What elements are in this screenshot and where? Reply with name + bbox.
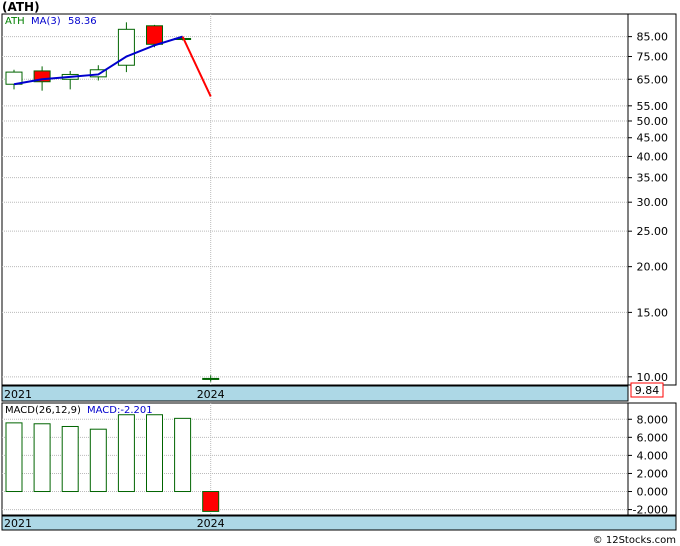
price-date-label: 2024 (197, 388, 225, 401)
price-tick-label: 55.00 (637, 100, 669, 113)
macd-tick-label: 8.000 (637, 413, 669, 426)
legend-ma-value: 58.36 (68, 16, 97, 27)
macd-date-label: 2021 (4, 517, 32, 530)
macd-legend-label: MACD(26,12,9) (5, 405, 81, 416)
footer-credit: © 12Stocks.com (593, 535, 676, 546)
stock-chart: 85.00 75.00 65.00 55.00 50.00 45.00 40.00 35.00… (1, 13, 677, 546)
legend-symbol: ATH (5, 16, 25, 27)
macd-tick-label: 0.000 (637, 486, 669, 499)
price-tick-label: 50.00 (637, 115, 669, 128)
macd-tick-label: 4.000 (637, 449, 669, 462)
candle-body (202, 377, 220, 380)
macd-bar (61, 425, 79, 493)
macd-legend-value: MACD:-2.201 (87, 405, 153, 416)
price-tick-label: 75.00 (637, 51, 669, 64)
price-tick-label: 45.00 (637, 132, 669, 145)
price-tick-label: 25.00 (637, 225, 669, 238)
legend-ma-label: MA(3) (31, 16, 61, 27)
macd-panel: 8.000 6.000 4.000 2.000 0.000 -2.000 MACD(26,1… (1, 402, 677, 531)
price-tick-label: 15.00 (637, 306, 669, 319)
price-tick-label: 35.00 (637, 172, 669, 185)
price-date-label: 2021 (4, 388, 32, 401)
price-tick-label: 30.00 (637, 196, 669, 209)
macd-bar (33, 423, 51, 493)
macd-tick-label: -2.000 (633, 504, 668, 517)
last-price-label: 9.84 (635, 384, 660, 397)
macd-bar (146, 414, 163, 493)
price-tick-label: 65.00 (637, 73, 669, 86)
macd-bar (117, 414, 135, 493)
macd-bar (89, 428, 107, 493)
price-tick-label: 40.00 (637, 150, 669, 163)
macd-date-label: 2024 (197, 517, 225, 530)
price-date-band (1, 385, 629, 402)
price-tick-label: 10.00 (637, 371, 669, 384)
macd-bar (202, 491, 220, 512)
macd-bar (5, 422, 23, 493)
macd-bar (174, 417, 192, 493)
price-tick-label: 85.00 (637, 31, 669, 44)
macd-date-band (1, 515, 677, 531)
candle-body (146, 25, 163, 45)
macd-tick-label: 2.000 (637, 467, 669, 480)
price-tick-label: 20.00 (637, 261, 669, 274)
price-panel: 85.00 75.00 65.00 55.00 50.00 45.00 40.00 35.00… (1, 13, 677, 402)
macd-tick-label: 6.000 (637, 431, 669, 444)
